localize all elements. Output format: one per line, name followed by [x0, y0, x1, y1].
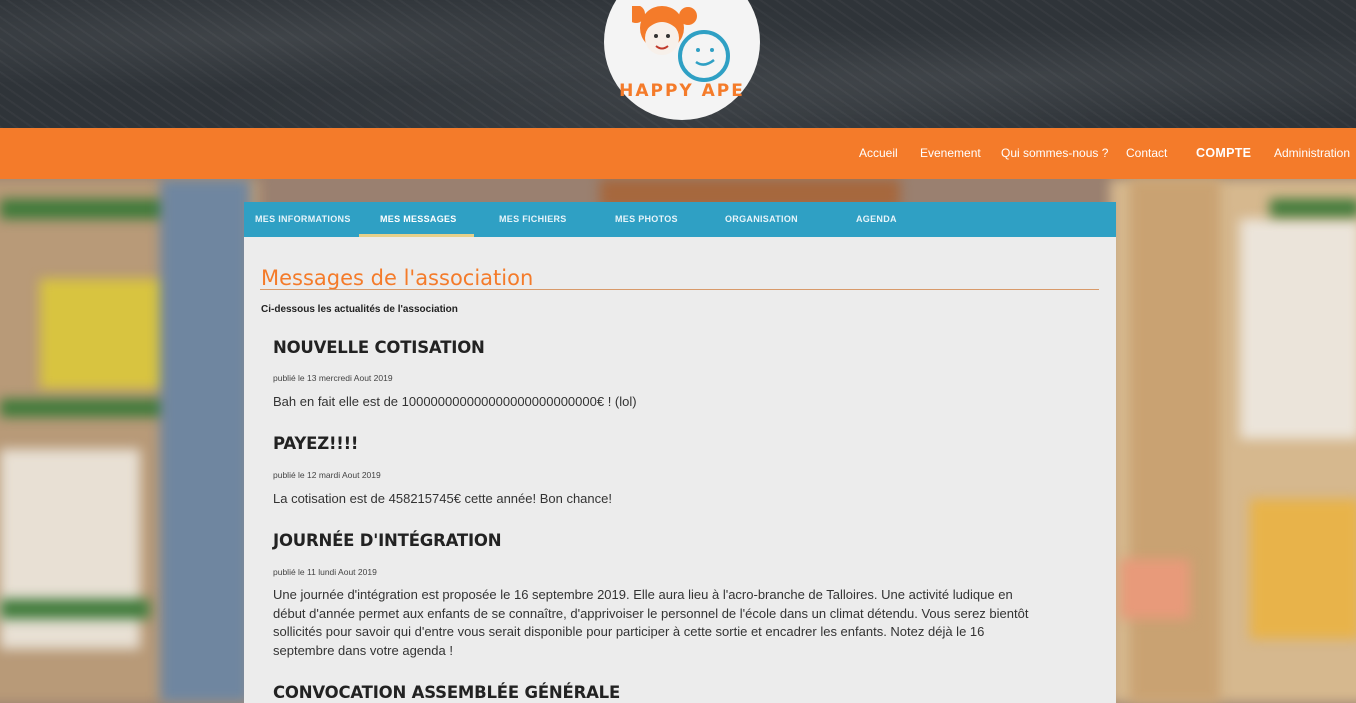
message-body: Une journée d'intégration est proposée l…: [273, 587, 1029, 658]
message-title: JOURNÉE D'INTÉGRATION: [273, 531, 502, 550]
tab-organisation[interactable]: ORGANISATION: [725, 214, 798, 224]
logo-text: HAPPY APE: [619, 81, 745, 101]
message-title: PAYEZ!!!!: [273, 434, 359, 453]
logo-faces-icon: [632, 6, 730, 82]
content-panel: MES INFORMATIONS MES MESSAGES MES FICHIE…: [244, 202, 1116, 703]
tab-mes-photos[interactable]: MES PHOTOS: [615, 214, 678, 224]
tab-mes-fichiers[interactable]: MES FICHIERS: [499, 214, 567, 224]
message-title: NOUVELLE COTISATION: [273, 338, 485, 357]
message-body: Bah en fait elle est de 1000000000000000…: [273, 394, 637, 409]
main-nav: Accueil Evenement Qui sommes-nous ? Cont…: [0, 128, 1356, 179]
nav-item-administration[interactable]: Administration: [1274, 146, 1350, 160]
nav-item-accueil[interactable]: Accueil: [859, 146, 898, 160]
account-tabs: MES INFORMATIONS MES MESSAGES MES FICHIE…: [244, 202, 1116, 237]
nav-item-compte[interactable]: COMPTE: [1196, 146, 1251, 160]
message-body: La cotisation est de 458215745€ cette an…: [273, 491, 612, 506]
nav-item-contact[interactable]: Contact: [1126, 146, 1167, 160]
tab-agenda[interactable]: AGENDA: [856, 214, 897, 224]
message-title: CONVOCATION ASSEMBLÉE GÉNÉRALE: [273, 683, 621, 702]
title-divider: [260, 289, 1099, 290]
active-tab-indicator: [359, 234, 474, 237]
page-subtitle: Ci-dessous les actualités de l'associati…: [261, 304, 458, 315]
tab-mes-messages[interactable]: MES MESSAGES: [380, 214, 457, 224]
tab-mes-informations[interactable]: MES INFORMATIONS: [255, 214, 351, 224]
nav-item-evenement[interactable]: Evenement: [920, 146, 981, 160]
page-title: Messages de l'association: [261, 266, 534, 290]
message-date: publié le 11 lundi Aout 2019: [273, 567, 377, 577]
message-date: publié le 12 mardi Aout 2019: [273, 470, 381, 480]
nav-item-qui-sommes-nous[interactable]: Qui sommes-nous ?: [1001, 146, 1108, 160]
message-date: publié le 13 mercredi Aout 2019: [273, 373, 393, 383]
